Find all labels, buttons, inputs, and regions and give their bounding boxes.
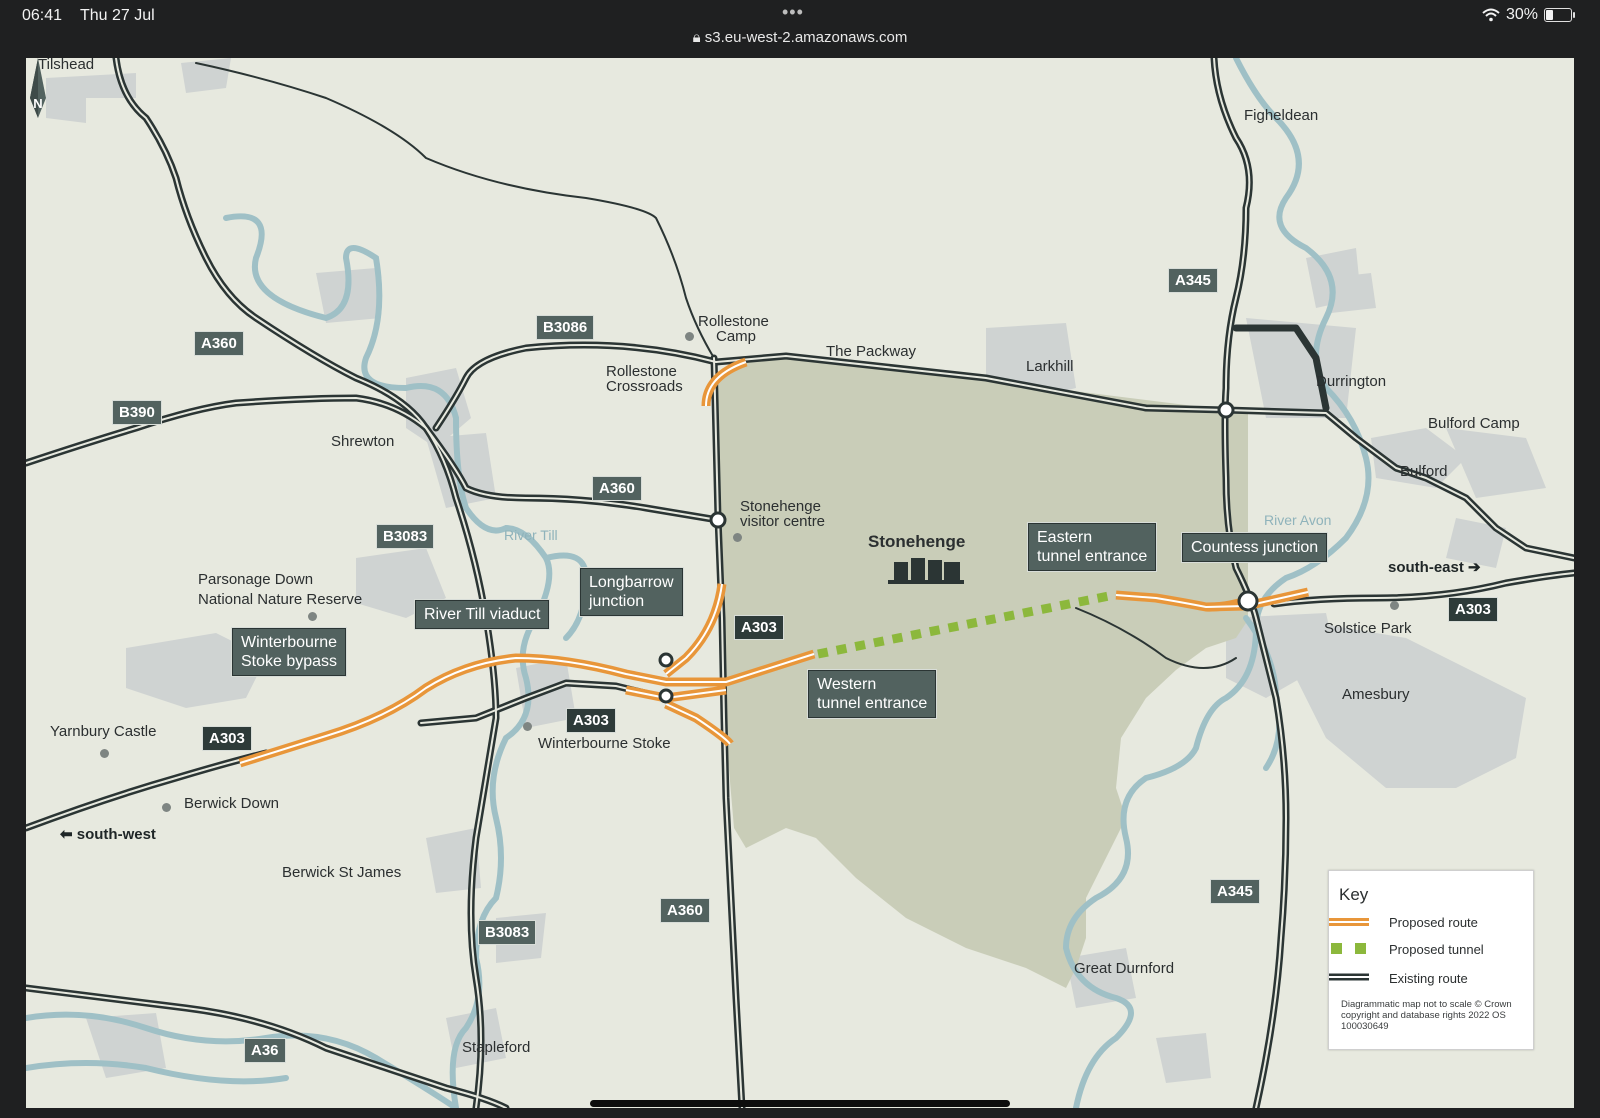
place-dot-solstice-park [1390,601,1399,610]
svg-text:N: N [33,96,42,111]
battery-percent: 30% [1505,6,1538,23]
arrow-right-icon: ➔ [1468,559,1481,576]
address-bar[interactable]: 🔒︎ s3.eu-west-2.amazonaws.com [0,29,1600,46]
key-title: Key [1339,885,1369,904]
place-label: Parsonage Down [198,571,314,588]
arrow-left-icon: ⬅︎ [60,826,73,843]
key-proposed-tunnel-swatch [1331,943,1366,954]
place-dot-berwick-down [162,803,171,812]
more-dots-icon[interactable]: ••• [782,2,804,23]
home-indicator[interactable] [590,1100,1010,1107]
date: Thu 27 Jul [80,7,155,24]
key-existing-route: Existing route [1389,971,1468,986]
place-label: Crossroads [606,378,683,395]
key-copyright-note: Diagrammatic map not to scale © Crown co… [1341,999,1512,1032]
status-bar: 06:41 Thu 27 Jul ••• 🔒︎ s3.eu-west-2.ama… [0,0,1600,58]
place-label: National Nature Reserve [198,591,363,608]
place-dot-winterbourne-stoke [523,722,532,731]
place-label: Rollestone [606,363,677,380]
callout-eastern-tunnel-entrance: Eastern tunnel entrance [1028,523,1157,571]
river-label: River Avon [1264,512,1332,528]
direction-south-east: south-east ➔ [1388,559,1481,576]
stonehenge-label: Stonehenge [868,532,966,551]
road-badge-b3083: B3083 [376,524,435,549]
road-badge-a345: A345 [1168,268,1218,293]
place-label: The Packway [826,343,917,360]
callout-western-tunnel-entrance: Western tunnel entrance [808,670,937,718]
place-label: Solstice Park [1324,620,1412,637]
place-label: Berwick St James [282,864,402,881]
callout-longbarrow-junction: Longbarrow junction [580,568,683,616]
key-proposed-route-swatch [1329,918,1369,926]
place-label: Bulford Camp [1428,415,1520,432]
key-existing-route-swatch [1329,973,1369,981]
place-label: Stonehenge [740,498,821,515]
road-badge-a303: A303 [202,726,252,751]
place-label: Camp [716,328,757,345]
place-label: Larkhill [1026,358,1074,375]
key-proposed-route: Proposed route [1389,915,1478,930]
place-label: Rollestone [698,313,769,330]
world-heritage-site [714,358,1248,988]
callout-winterbourne-stoke-bypass: Winterbourne Stoke bypass [232,628,347,676]
direction-south-west: ⬅︎ south-west [60,826,156,843]
road-badge-a303: A303 [566,708,616,733]
road-badge-a360: A360 [660,898,710,923]
road-badge-a303: A303 [1448,597,1498,622]
place-label: Stapleford [462,1039,531,1056]
road-badge-a345: A345 [1210,879,1260,904]
place-label: Figheldean [1244,107,1319,124]
wifi-icon [1482,8,1500,22]
road-badge-a303: A303 [734,615,784,640]
place-label: Shrewton [331,433,395,450]
place-label: Yarnbury Castle [50,723,157,740]
place-label: Bulford [1400,463,1448,480]
place-label: Amesbury [1342,686,1410,703]
place-label: visitor centre [740,513,826,530]
place-dot-visitor-centre [733,533,742,542]
url-text: s3.eu-west-2.amazonaws.com [704,29,908,46]
river-label: River Till [504,527,558,543]
place-label: Tilshead [38,58,95,73]
road-badge-b3083: B3083 [478,920,537,945]
callout-river-till-viaduct: River Till viaduct [415,600,550,629]
lock-icon: 🔒︎ [692,29,701,46]
clock: 06:41 [22,7,63,24]
status-icons: 30% [1482,6,1575,24]
road-badge-b3086: B3086 [536,315,595,340]
road-badge-a36: A36 [244,1038,286,1063]
place-dot-parsonage-down [308,612,317,621]
place-dot-yarnbury-castle [100,749,109,758]
map[interactable]: N Tilshead Figheldean Rollestone Camp Th… [26,58,1574,1108]
road-badge-b390: B390 [112,400,162,425]
key-proposed-tunnel: Proposed tunnel [1389,942,1484,957]
callout-countess-junction: Countess junction [1182,533,1328,562]
place-label: Great Durnford [1074,960,1175,977]
place-label: Winterbourne Stoke [538,735,671,752]
map-key: Key Proposed route Proposed tunnel Exist… [1328,870,1534,1050]
battery-icon [1544,8,1575,22]
place-dot-rollestone-camp [685,332,694,341]
road-badge-a360: A360 [592,476,642,501]
place-label: Durrington [1316,373,1387,390]
road-badge-a360: A360 [194,331,244,356]
place-label: Berwick Down [184,795,280,812]
